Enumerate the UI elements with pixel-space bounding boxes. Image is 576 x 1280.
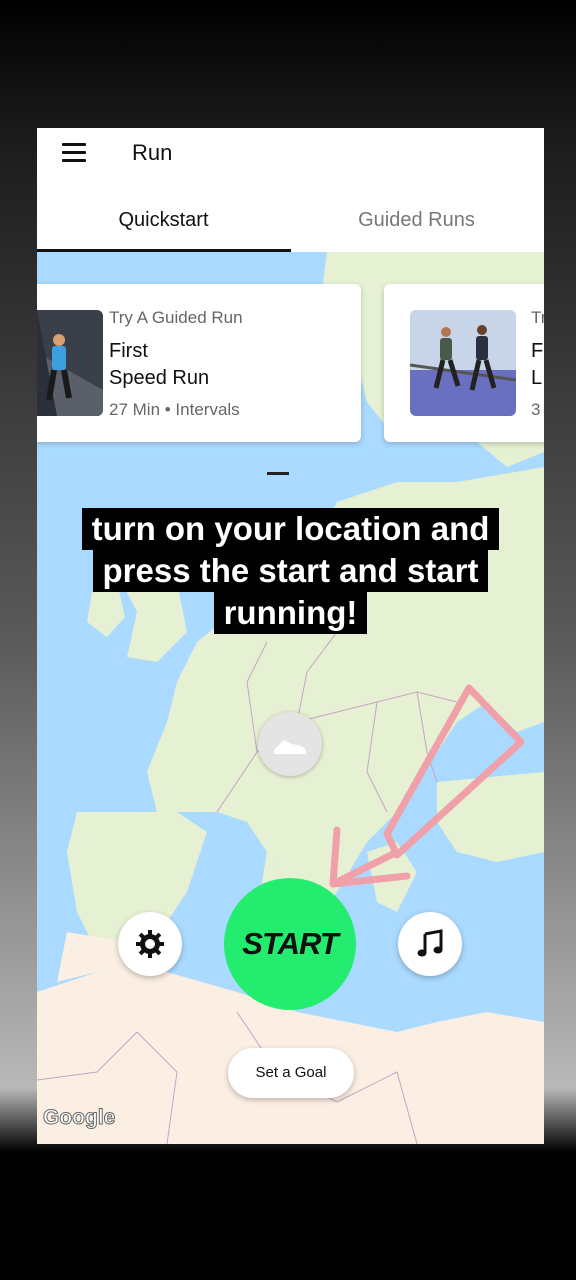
guided-run-card[interactable]: Try A Guided Run First Speed Run 27 Min … [37,284,361,442]
card-title-line1: First [109,340,148,362]
map-view[interactable]: Try A Guided Run First Speed Run 27 Min … [37,252,544,1144]
card-kicker: Tr [531,308,544,327]
tutorial-caption: turn on your location and press the star… [37,508,544,634]
card-title: First Speed Run [109,338,209,392]
card-title-line1: F [531,340,544,362]
guided-run-card[interactable]: Tr F L 3 [384,284,544,442]
google-attribution: Google [42,1106,116,1130]
shoe-icon [274,740,306,754]
gear-icon [136,930,164,958]
carousel-indicator [267,472,289,475]
caption-line: running! [213,592,368,634]
card-meta: 27 Min • Intervals [109,400,240,419]
hamburger-menu-icon[interactable] [62,143,88,163]
location-marker [258,712,322,776]
tab-bar: Quickstart Guided Runs [37,178,544,252]
card-title-line2: L [531,367,543,389]
card-title-line2: Speed Run [109,367,210,389]
caption-line: turn on your location and [81,508,500,550]
tab-guided-runs[interactable]: Guided Runs [290,178,543,252]
tab-quickstart[interactable]: Quickstart [37,178,290,252]
set-goal-button[interactable]: Set a Goal [228,1048,354,1098]
card-title: F L [531,338,543,392]
start-button[interactable]: START [224,878,356,1010]
runners-thumbnail [410,310,516,416]
app-screen: Run Quickstart Guided Runs Try A Guided … [37,128,544,1144]
card-kicker: Try A Guided Run [109,308,243,327]
top-app-bar: Run [37,128,544,178]
music-note-icon [417,929,443,957]
runner-thumbnail [37,310,103,416]
settings-button[interactable] [118,912,182,976]
music-button[interactable] [398,912,462,976]
caption-line: press the start and start [92,550,489,592]
page-title: Run [132,140,173,165]
card-meta: 3 [531,400,541,419]
